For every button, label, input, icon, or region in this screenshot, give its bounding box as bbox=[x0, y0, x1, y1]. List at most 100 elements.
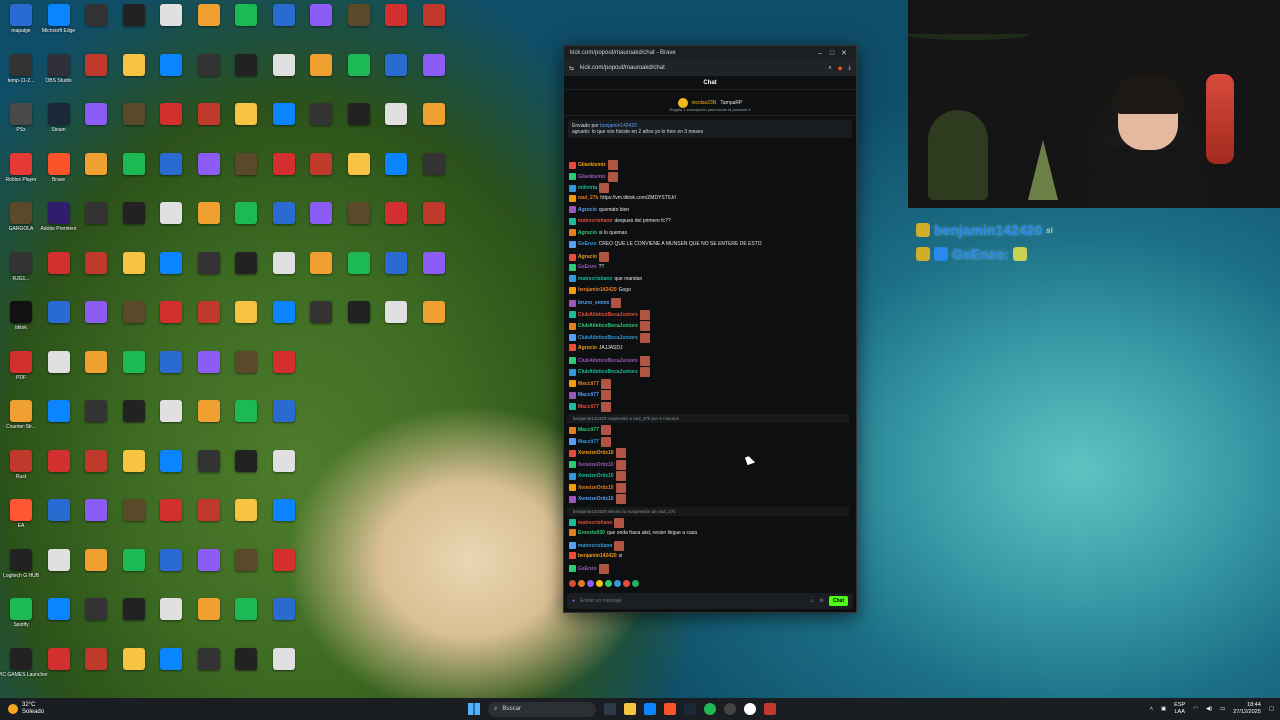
desktop-icon[interactable] bbox=[419, 251, 449, 276]
desktop-icon[interactable]: PSx bbox=[6, 103, 36, 133]
chrome-icon[interactable] bbox=[744, 703, 756, 715]
desktop-icon[interactable] bbox=[156, 499, 186, 523]
chat-message[interactable]: XeneizeOrtiz10 bbox=[569, 482, 628, 493]
weather-widget[interactable]: 32°C Soleado bbox=[0, 702, 200, 716]
wifi-icon[interactable]: ◠ bbox=[1193, 706, 1198, 712]
emote-icon[interactable] bbox=[614, 580, 621, 587]
desktop-icon[interactable] bbox=[231, 548, 261, 573]
desktop-icon[interactable] bbox=[44, 499, 74, 523]
desktop-icon[interactable] bbox=[81, 548, 111, 573]
desktop-icon[interactable] bbox=[231, 103, 261, 127]
emote-icon[interactable] bbox=[605, 580, 612, 587]
desktop-icon[interactable] bbox=[344, 4, 374, 28]
chat-message[interactable]: ClubAtleticoBocaJuniors bbox=[569, 309, 652, 320]
chat-username[interactable]: matrecristiano bbox=[578, 543, 612, 549]
chat-username[interactable]: ClubAtleticoBocaJuniors bbox=[578, 323, 638, 329]
desktop-icon[interactable] bbox=[231, 251, 261, 276]
desktop-icon[interactable]: Steam bbox=[44, 103, 74, 133]
app-tray-icon[interactable]: ▣ bbox=[1161, 706, 1166, 712]
desktop-icon[interactable] bbox=[119, 301, 149, 325]
desktop-icon[interactable] bbox=[81, 400, 111, 424]
desktop-icon[interactable] bbox=[269, 53, 299, 78]
chat-username[interactable]: Maccii77 bbox=[578, 427, 599, 433]
chat-message[interactable]: GsEnzo CREO QUE LE CONVIENE A MUNSEN QUE … bbox=[569, 240, 762, 248]
desktop-icon[interactable]: mapaige bbox=[6, 4, 36, 34]
desktop-icon[interactable]: tiktok bbox=[6, 301, 36, 331]
desktop-icon[interactable] bbox=[269, 647, 299, 672]
desktop-icon[interactable] bbox=[81, 53, 111, 78]
maximize-icon[interactable]: □ bbox=[826, 50, 838, 57]
desktop-icon[interactable] bbox=[419, 4, 449, 28]
desktop-icon[interactable]: Microsoft Edge bbox=[42, 4, 75, 34]
desktop-icon[interactable] bbox=[419, 103, 449, 127]
chat-message[interactable]: GsEnzo?? bbox=[569, 263, 604, 271]
desktop-icon[interactable] bbox=[194, 499, 224, 523]
chat-username[interactable]: Maccii77 bbox=[578, 381, 599, 387]
clock[interactable]: 18:44 27/12/2025 bbox=[1233, 702, 1261, 716]
desktop-icon[interactable] bbox=[156, 400, 186, 424]
mic-icon[interactable]: ● bbox=[572, 598, 575, 604]
desktop-icon[interactable] bbox=[344, 251, 374, 276]
volume-icon[interactable]: ◀) bbox=[1206, 706, 1212, 712]
chat-message[interactable]: Maccii77 bbox=[569, 401, 613, 412]
chat-username[interactable]: GsEnzo bbox=[578, 264, 597, 270]
desktop-icon[interactable] bbox=[119, 53, 149, 78]
desktop-icon[interactable] bbox=[269, 598, 299, 622]
desktop-icon[interactable] bbox=[344, 53, 374, 78]
chat-username[interactable]: benjamin142420 bbox=[578, 553, 617, 559]
desktop-icon[interactable] bbox=[344, 301, 374, 325]
desktop-icon[interactable] bbox=[156, 103, 186, 127]
url-text[interactable]: kick.com/popout/mauroakd/chat bbox=[580, 65, 822, 71]
emote-icon[interactable] bbox=[569, 580, 576, 587]
obs-icon[interactable] bbox=[724, 703, 736, 715]
chat-username[interactable]: XeneizeOrtiz10 bbox=[578, 473, 614, 479]
chat-username[interactable]: Ernesto030 bbox=[578, 530, 605, 536]
desktop-icon[interactable] bbox=[231, 400, 261, 424]
desktop-icon[interactable] bbox=[156, 350, 186, 375]
desktop-icon[interactable]: temp-11-2... bbox=[6, 53, 36, 84]
chat-username[interactable]: ClubAtleticoBocaJuniors bbox=[578, 312, 638, 318]
desktop-icon[interactable] bbox=[381, 152, 411, 177]
desktop-icon[interactable] bbox=[156, 202, 186, 226]
chat-message[interactable]: benjamin142420 Gogo bbox=[569, 286, 631, 294]
chat-message[interactable]: ClubAtleticoBocaJuniors bbox=[569, 321, 652, 331]
desktop-icon[interactable] bbox=[81, 251, 111, 276]
desktop-icon[interactable] bbox=[194, 4, 224, 28]
desktop-icon[interactable] bbox=[231, 301, 261, 325]
language-indicator[interactable]: ESP LAA bbox=[1174, 702, 1185, 716]
desktop-icon[interactable]: Spotify bbox=[6, 598, 36, 628]
pinned-gift-bar[interactable]: nicolas23N TampaRP Regala 1 suscripción … bbox=[564, 90, 856, 116]
chat-username[interactable]: matrecristiano bbox=[578, 218, 612, 224]
desktop-icon[interactable] bbox=[44, 449, 74, 474]
emote-icon[interactable] bbox=[578, 580, 585, 587]
desktop-icon[interactable] bbox=[231, 53, 261, 78]
desktop-icon[interactable] bbox=[231, 449, 261, 474]
chat-username[interactable]: matrecristiano bbox=[578, 276, 612, 282]
emote-icon[interactable] bbox=[596, 580, 603, 587]
desktop-icon[interactable] bbox=[344, 202, 374, 226]
chat-username[interactable]: Maccii77 bbox=[578, 404, 599, 410]
desktop-icon[interactable] bbox=[194, 152, 224, 177]
chat-message[interactable]: Agrucio quemato bien bbox=[569, 206, 629, 213]
desktop-icon[interactable] bbox=[119, 598, 149, 622]
desktop-icon[interactable] bbox=[231, 647, 261, 672]
chat-message[interactable]: XeneizeOrtiz10 bbox=[569, 448, 628, 458]
chat-message[interactable]: Gliankismiz bbox=[569, 171, 620, 182]
search-icon[interactable]: ⌕ bbox=[828, 65, 831, 72]
spotify-icon[interactable] bbox=[704, 703, 716, 715]
chat-message[interactable]: matrecristiano bbox=[569, 540, 626, 551]
desktop-icon[interactable]: GARGOLA bbox=[6, 202, 36, 232]
chat-message[interactable]: XeneizeOrtiz10 bbox=[569, 471, 628, 481]
chat-username[interactable]: Maccii77 bbox=[578, 392, 599, 398]
chat-message[interactable]: Maccii77 bbox=[569, 436, 613, 447]
desktop-icon[interactable]: EPIC GAMES Launcher bbox=[0, 647, 48, 678]
desktop-icon[interactable] bbox=[119, 103, 149, 127]
desktop-icon[interactable] bbox=[269, 548, 299, 573]
chat-message[interactable]: milivirta bbox=[569, 183, 611, 193]
desktop-icon[interactable] bbox=[119, 152, 149, 177]
chat-message[interactable]: Maccii77 bbox=[569, 390, 613, 400]
chat-message[interactable]: Agrucio bbox=[569, 252, 611, 262]
desktop-icon[interactable] bbox=[269, 449, 299, 474]
file-explorer-icon[interactable] bbox=[624, 703, 636, 715]
desktop-icon[interactable] bbox=[44, 251, 74, 276]
